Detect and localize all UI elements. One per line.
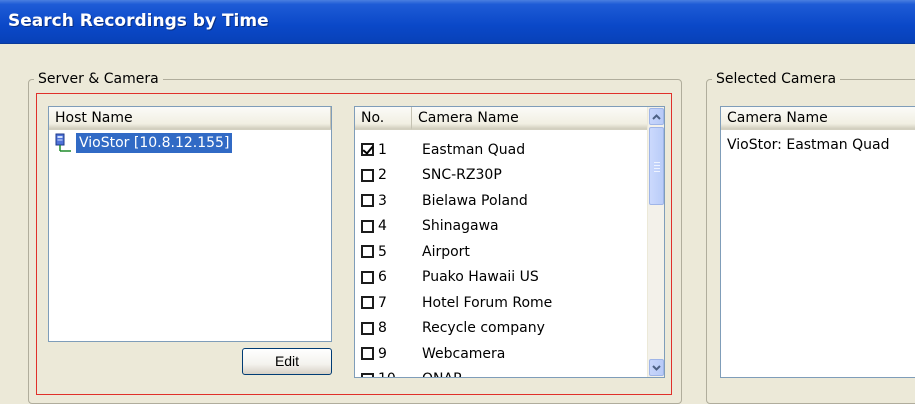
camera-number: 3 — [378, 192, 387, 209]
camera-list[interactable]: No. Camera Name 1 Eastman Quad 2 SNC-RZ30P 3… — [354, 106, 665, 378]
camera-number: 9 — [378, 345, 387, 362]
camera-name: Puako Hawaii US — [422, 269, 539, 285]
server-icon — [53, 133, 73, 153]
camera-checkbox[interactable] — [361, 143, 374, 156]
camera-name: Hotel Forum Rome — [422, 294, 553, 311]
chevron-down-icon — [652, 364, 661, 371]
camera-number: 2 — [378, 167, 387, 183]
camera-row[interactable]: 7 Hotel Forum Rome — [361, 290, 631, 315]
camera-checkbox[interactable] — [361, 321, 374, 335]
camera-row[interactable]: 6 Puako Hawaii US — [361, 265, 631, 290]
camera-checkbox[interactable] — [361, 245, 374, 258]
host-item[interactable]: VioStor [10.8.12.155] — [53, 133, 233, 153]
chevron-up-icon — [652, 113, 661, 120]
server-camera-group-label: Server & Camera — [34, 70, 163, 88]
camera-name: Eastman Quad — [422, 141, 526, 158]
camera-number: 1 — [378, 141, 387, 158]
window-title: Search Recordings by Time — [8, 11, 269, 31]
camera-row[interactable]: 8 Recycle company — [361, 316, 631, 341]
title-bar: Search Recordings by Time — [0, 0, 915, 44]
scroll-thumb[interactable] — [649, 127, 664, 205]
camera-name: Airport — [422, 243, 470, 260]
camera-checkbox[interactable] — [361, 219, 374, 233]
camera-row[interactable]: 10ONAP — [361, 367, 631, 377]
camera-number: 8 — [378, 320, 387, 336]
camera-name: Recycle company — [422, 320, 545, 336]
camera-row[interactable]: 2 SNC-RZ30P — [361, 163, 631, 188]
camera-name: Shinagawa — [422, 218, 499, 234]
camera-no-header[interactable]: No. — [355, 107, 412, 130]
camera-row[interactable]: 4 Shinagawa — [361, 214, 631, 239]
host-name-header[interactable]: Host Name — [49, 107, 331, 130]
camera-name: Bielawa Poland — [422, 192, 528, 209]
camera-checkbox[interactable] — [361, 296, 374, 309]
camera-checkbox[interactable] — [361, 194, 374, 207]
selected-camera-name-header[interactable]: Camera Name — [721, 107, 915, 130]
camera-number: 4 — [378, 218, 387, 234]
camera-name: ONAP — [422, 371, 462, 377]
host-list[interactable]: Host Name VioStor [10.8.12.155] — [48, 106, 332, 342]
camera-list-scrollbar[interactable] — [647, 107, 664, 377]
camera-checkbox[interactable] — [361, 270, 374, 284]
camera-row[interactable]: 3 Bielawa Poland — [361, 188, 631, 213]
camera-row[interactable]: 9 Webcamera — [361, 341, 631, 366]
camera-row[interactable]: 1 Eastman Quad — [361, 137, 631, 162]
camera-row[interactable]: 5 Airport — [361, 239, 631, 264]
camera-name-header[interactable]: Camera Name — [412, 107, 649, 130]
selected-camera-list[interactable]: Camera Name VioStor: Eastman Quad — [720, 106, 915, 378]
camera-number: 5 — [378, 243, 387, 260]
host-item-label: VioStor [10.8.12.155] — [76, 133, 233, 153]
selected-camera-group-label: Selected Camera — [712, 70, 841, 88]
scroll-down-button[interactable] — [649, 359, 664, 376]
edit-button[interactable]: Edit — [242, 348, 332, 375]
camera-checkbox[interactable] — [361, 347, 374, 360]
scroll-up-button[interactable] — [649, 108, 664, 125]
camera-checkbox[interactable] — [361, 168, 374, 182]
camera-number: 10 — [374, 371, 422, 377]
camera-number: 6 — [378, 269, 387, 285]
camera-name: Webcamera — [422, 345, 506, 362]
selected-camera-item[interactable]: VioStor: Eastman Quad — [727, 137, 889, 153]
camera-number: 7 — [378, 294, 387, 311]
camera-name: SNC-RZ30P — [422, 167, 502, 183]
camera-checkbox[interactable] — [361, 372, 374, 377]
